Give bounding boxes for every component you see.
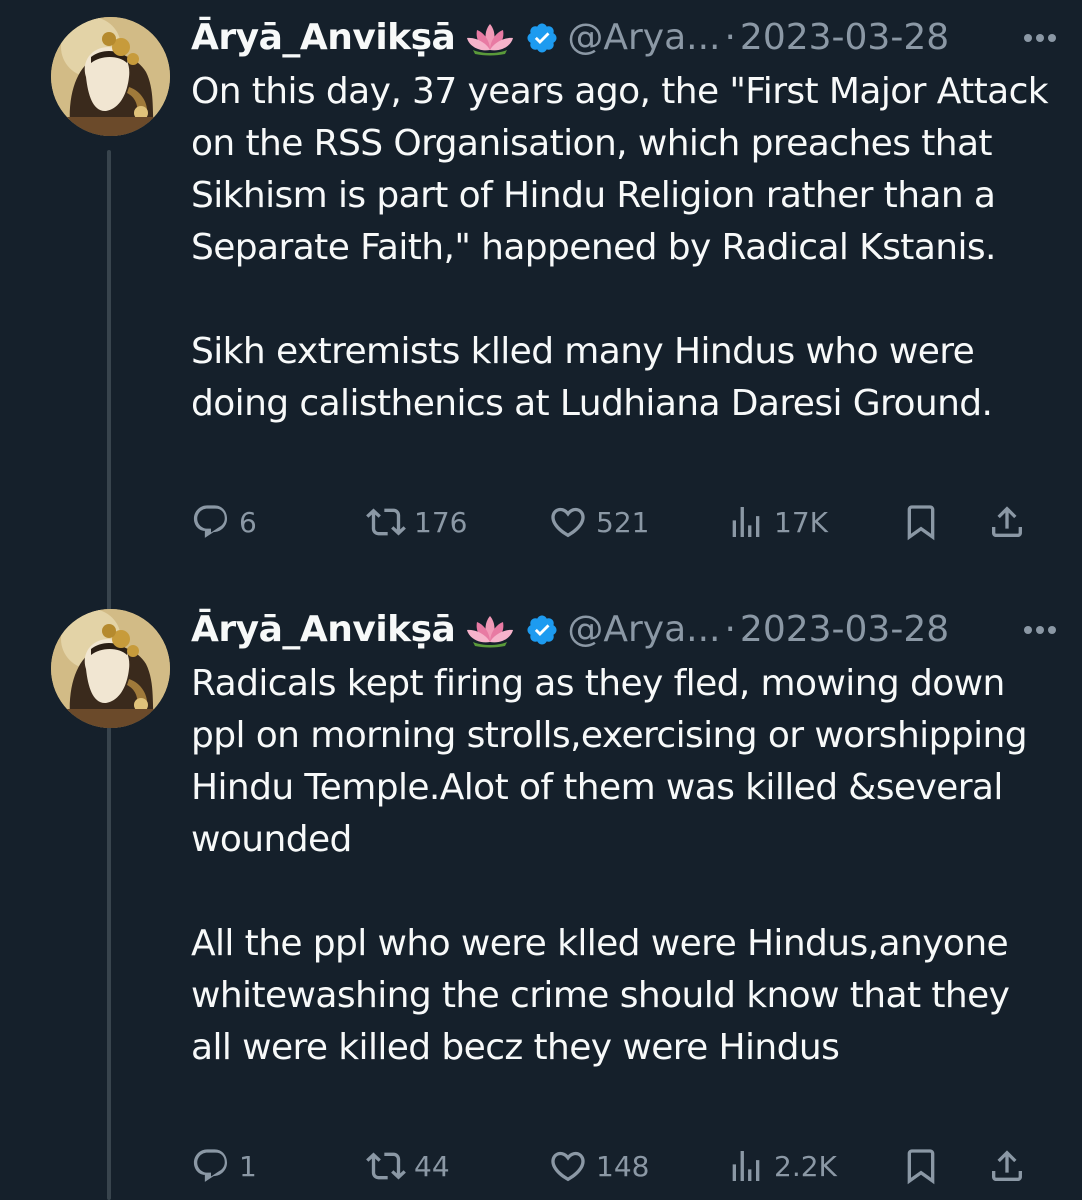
repost-button[interactable]: 176 [366, 498, 467, 546]
tweet-header: Āryā_Anvikṣā @Arya... · 2023-03-28 [191, 602, 1061, 658]
lotus-emoji-icon [465, 20, 515, 56]
bookmark-icon [907, 505, 935, 541]
share-button[interactable] [987, 1142, 1027, 1190]
more-options-button[interactable] [1022, 602, 1058, 658]
heart-icon [551, 1151, 585, 1182]
views-count: 2.2K [774, 1149, 837, 1183]
tweet-thread: Āryā_Anvikṣā @Arya... · 2023-03-28 On th… [0, 0, 1082, 1200]
tweet-header: Āryā_Anvikṣā @Arya... · 2023-03-28 [191, 10, 1061, 66]
reply-count: 1 [239, 1149, 257, 1183]
share-icon [992, 1150, 1022, 1181]
views-bar-chart-icon [732, 1151, 760, 1181]
views-count: 17K [774, 505, 828, 539]
tweet-text: On this day, 37 years ago, the "First Ma… [191, 71, 1049, 424]
like-button[interactable]: 148 [548, 1142, 649, 1190]
lotus-emoji-icon [465, 612, 515, 648]
tweet-actions: 6 176 521 17K [191, 498, 1041, 546]
reply-button[interactable]: 1 [191, 1142, 257, 1190]
user-handle[interactable]: @Arya... [567, 602, 720, 658]
tweet-date[interactable]: 2023-03-28 [740, 602, 949, 658]
verified-badge-icon [525, 21, 559, 55]
user-handle[interactable]: @Arya... [567, 10, 720, 66]
display-name[interactable]: Āryā_Anvikṣā [191, 10, 456, 66]
bookmark-icon [907, 1149, 935, 1185]
views-bar-chart-icon [732, 507, 760, 537]
repost-button[interactable]: 44 [366, 1142, 450, 1190]
repost-count: 176 [414, 505, 468, 539]
repost-icon [366, 508, 406, 536]
tweet[interactable]: Āryā_Anvikṣā [0, 0, 1082, 590]
tweet[interactable]: Āryā_Anvikṣā [0, 592, 1082, 1200]
reply-button[interactable]: 6 [191, 498, 257, 546]
views-button[interactable]: 17K [726, 498, 828, 546]
more-horizontal-icon [1024, 626, 1056, 634]
share-icon [992, 506, 1022, 537]
like-count: 521 [596, 505, 650, 539]
verified-badge-icon [525, 613, 559, 647]
more-options-button[interactable] [1022, 10, 1058, 66]
like-count: 148 [596, 1149, 650, 1183]
reply-icon [193, 505, 228, 538]
repost-count: 44 [414, 1149, 450, 1183]
bookmark-button[interactable] [901, 1142, 941, 1190]
bookmark-button[interactable] [901, 498, 941, 546]
like-button[interactable]: 521 [548, 498, 649, 546]
avatar[interactable] [51, 17, 170, 136]
more-horizontal-icon [1024, 34, 1056, 42]
share-button[interactable] [987, 498, 1027, 546]
display-name[interactable]: Āryā_Anvikṣā [191, 602, 456, 658]
tweet-content: Āryā_Anvikṣā [191, 10, 1061, 430]
avatar[interactable] [51, 609, 170, 728]
header-separator: · [724, 17, 736, 58]
views-button[interactable]: 2.2K [726, 1142, 837, 1190]
reply-icon [193, 1149, 228, 1182]
tweet-text: Radicals kept firing as they fled, mowin… [191, 663, 1028, 1068]
tweet-content: Āryā_Anvikṣā [191, 602, 1061, 1074]
tweet-date[interactable]: 2023-03-28 [740, 10, 949, 66]
heart-icon [551, 507, 585, 538]
repost-icon [366, 1152, 406, 1180]
header-separator: · [724, 609, 736, 650]
tweet-actions: 1 44 148 2.2K [191, 1142, 1041, 1190]
reply-count: 6 [239, 505, 257, 539]
